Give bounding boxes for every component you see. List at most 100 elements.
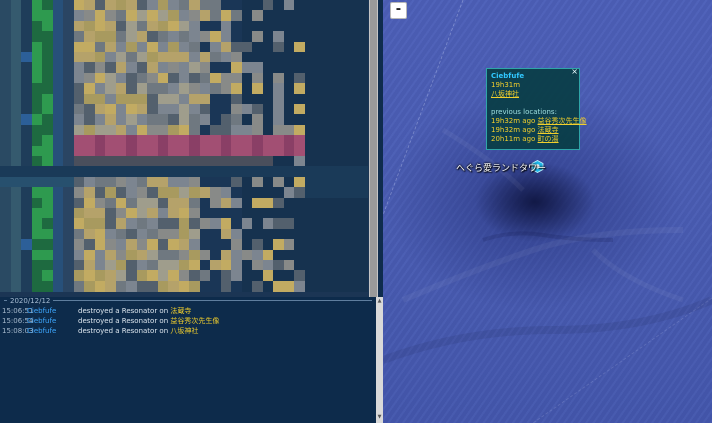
pixel-block (115, 52, 127, 63)
close-icon[interactable]: × (571, 67, 578, 76)
pixel-block (199, 31, 211, 43)
pixel-block (168, 83, 179, 95)
pixel-block (252, 93, 263, 105)
scroll-down-arrow-icon[interactable]: ▼ (376, 414, 383, 421)
pixel-block (357, 176, 368, 188)
pixel-block (231, 260, 242, 271)
pixel-block (136, 72, 148, 84)
pixel-block (241, 197, 253, 209)
previous-place-link[interactable]: 町の湯 (538, 135, 559, 143)
pixel-block (189, 228, 200, 240)
pixel-block (147, 31, 158, 43)
pixel-block (336, 114, 347, 126)
pixel-block (304, 0, 316, 11)
pixel-block (73, 270, 85, 282)
log-action-text: destroyed a Resonator on (78, 317, 169, 325)
pixel-block (304, 228, 316, 240)
pixel-block (157, 20, 169, 32)
log-portal-link[interactable]: 八坂神社 (170, 327, 198, 335)
scroll-up-arrow-icon[interactable]: ▲ (376, 298, 383, 305)
pixel-block (231, 208, 242, 219)
pixel-block (189, 156, 200, 167)
previous-place-link[interactable]: 法蔵寺 (538, 126, 559, 134)
pixel-block (136, 176, 148, 188)
log-action-text: destroyed a Resonator on (78, 307, 169, 315)
pixel-block (241, 228, 253, 240)
pixel-block (294, 31, 305, 43)
pixel-block (346, 197, 358, 209)
pixel-block (241, 20, 253, 32)
pixel-block (346, 280, 358, 292)
pixel-block (178, 20, 190, 32)
pixel-block (63, 145, 74, 157)
pixel-block (136, 41, 148, 53)
pixel-block (147, 218, 158, 230)
pixel-block (147, 41, 158, 53)
pixel-block (231, 228, 242, 240)
zoom-out-button[interactable]: - (390, 2, 407, 19)
pixel-block (315, 228, 326, 240)
pixel-block (115, 104, 127, 115)
pixel-block (84, 176, 95, 188)
pixel-block (294, 72, 305, 84)
pixel-block (0, 239, 11, 251)
pixel-block (273, 52, 284, 63)
pixel-block (10, 145, 22, 157)
pixel-block (84, 260, 95, 271)
pixel-block (199, 20, 211, 32)
pixel-block (105, 218, 116, 230)
pixel-block (31, 280, 43, 292)
pixel-block (0, 52, 11, 63)
log-portal-link[interactable]: 法蔵寺 (170, 307, 191, 315)
log-agent-link[interactable]: Ciebfufe (27, 326, 56, 336)
popup-agent-name[interactable]: Ciebfufe (491, 72, 524, 81)
pixel-block (157, 166, 169, 178)
chat-scrollbar[interactable] (369, 0, 378, 297)
pixel-block (126, 20, 137, 32)
popup-portal-link[interactable]: 八坂神社 (491, 90, 519, 99)
log-scrollbar[interactable]: ▲ ▼ (376, 297, 383, 423)
pixel-block (220, 104, 232, 115)
pixel-block (84, 135, 95, 147)
pixel-block (94, 280, 106, 292)
pixel-block (220, 280, 232, 292)
log-agent-link[interactable]: Ciebfufe (27, 316, 56, 326)
pixel-block (336, 145, 347, 157)
pixel-block (52, 124, 64, 136)
pixel-block (157, 83, 169, 95)
pixel-block (315, 239, 326, 251)
pixel-block (10, 62, 22, 74)
pixel-block (262, 270, 274, 282)
pixel-block (84, 0, 95, 11)
pixel-block (273, 114, 284, 126)
pixel-block (273, 135, 284, 147)
pixel-block (231, 124, 242, 136)
log-agent-link[interactable]: Ciebfufe (27, 306, 56, 316)
pixel-block (52, 260, 64, 271)
pixel-block (325, 124, 337, 136)
map-view[interactable]: - へぐら愛ランドタワー × Ciebfufe 19h31m 八坂神社 prev… (383, 0, 712, 423)
pixel-block (157, 62, 169, 74)
pixel-block (189, 20, 200, 32)
pixel-block (0, 20, 11, 32)
pixel-block (325, 197, 337, 209)
pixel-block (73, 31, 85, 43)
pixel-block (357, 260, 368, 271)
pixel-block (84, 124, 95, 136)
log-portal-link[interactable]: 益谷秀次先生像 (170, 317, 219, 325)
pixel-block (168, 93, 179, 105)
pixel-block (52, 249, 64, 261)
pixel-block (105, 124, 116, 136)
pixel-block (178, 187, 190, 199)
pixel-block (294, 176, 305, 188)
pixel-block (304, 239, 316, 251)
chat-scrollbar-thumb[interactable] (370, 0, 377, 297)
pixel-block (42, 0, 53, 11)
pixel-block (325, 72, 337, 84)
pixel-block (294, 83, 305, 95)
pixel-block (63, 197, 74, 209)
pixel-block (304, 31, 316, 43)
pixel-block (189, 31, 200, 43)
previous-place-link[interactable]: 益谷秀次先生像 (538, 117, 587, 125)
pixel-block (283, 104, 295, 115)
